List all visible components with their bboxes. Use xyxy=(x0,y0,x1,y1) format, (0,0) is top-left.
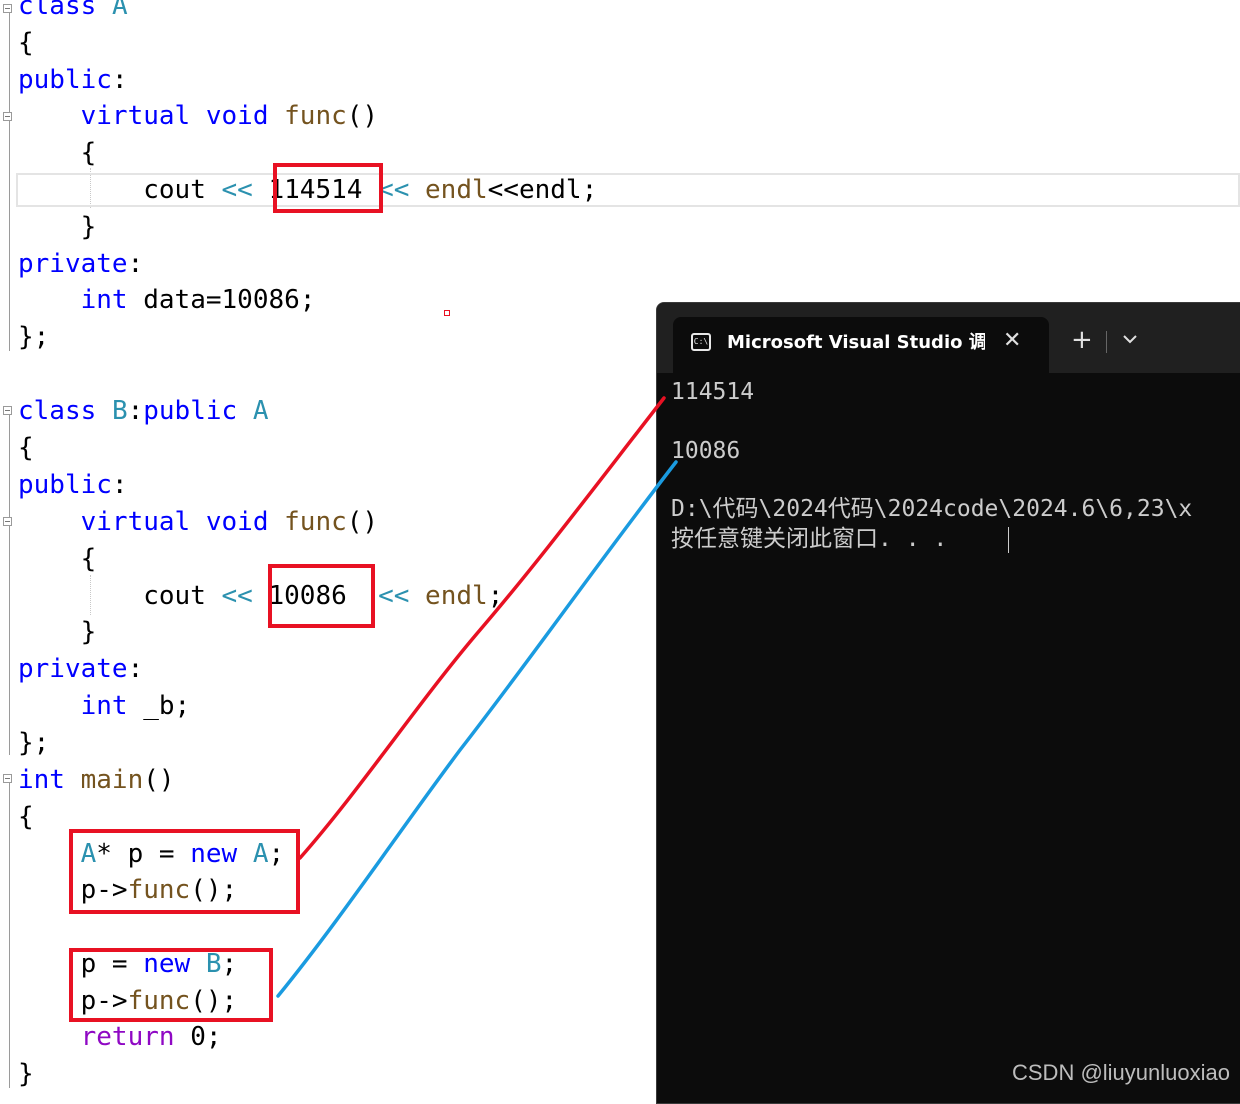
annotation-overlay xyxy=(276,396,678,998)
blue-arrow-line xyxy=(276,460,678,998)
red-arrow-line xyxy=(298,396,666,860)
watermark: CSDN @liuyunluoxiao xyxy=(1012,1060,1230,1085)
